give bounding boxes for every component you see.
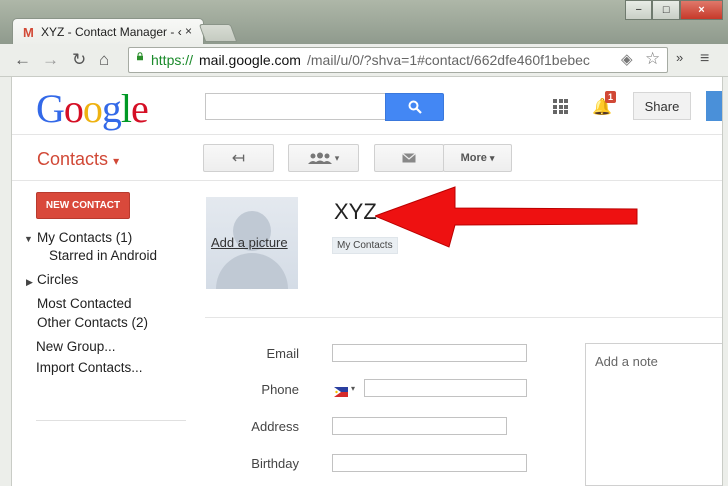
logo-letter: e <box>131 86 149 131</box>
url-path: /mail/u/0/?shva=1#contact/662dfe460f1beb… <box>307 52 590 68</box>
window-border-right <box>722 77 728 486</box>
search-input[interactable] <box>205 93 385 120</box>
tab-title: XYZ - Contact Manager - ‹ <box>41 25 182 39</box>
sidebar-item-starred[interactable]: Starred in Android <box>49 248 157 263</box>
forward-arrow-icon[interactable]: → <box>42 50 59 70</box>
sidebar-item-my-contacts[interactable]: My Contacts (1) <box>37 230 132 245</box>
birthday-field[interactable] <box>332 454 527 472</box>
lock-icon <box>137 52 143 61</box>
notification-badge: 1 <box>605 91 617 103</box>
sidebar-item-circles[interactable]: Circles <box>37 272 78 287</box>
google-logo[interactable]: Google <box>36 85 149 132</box>
search-icon <box>408 100 422 114</box>
apps-grid-icon[interactable] <box>553 99 568 114</box>
url-scheme: https:// <box>151 52 194 68</box>
address-field[interactable] <box>332 417 507 435</box>
window-controls: − □ × <box>625 0 724 20</box>
chevron-down-icon[interactable]: ▾ <box>351 384 355 393</box>
search-button[interactable] <box>385 93 444 121</box>
more-button[interactable]: More ▾ <box>443 144 512 172</box>
philippines-flag-icon[interactable] <box>334 387 348 397</box>
note-placeholder: Add a note <box>595 354 658 369</box>
note-textarea[interactable]: Add a note <box>585 343 728 486</box>
more-label: More <box>460 152 487 164</box>
close-window-button[interactable]: × <box>679 0 724 20</box>
maximize-button[interactable]: □ <box>652 0 680 20</box>
logo-letter: o <box>82 86 103 131</box>
email-field[interactable] <box>332 344 527 362</box>
page-content: Google 🔔 1 Share Contacts ▾ ↤ ▾ More ▾ N… <box>0 77 728 486</box>
address-bar[interactable]: https:// mail.google.com /mail/u/0/?shva… <box>128 47 668 73</box>
add-picture-link[interactable]: Add a picture <box>211 235 288 250</box>
browser-tab[interactable]: M XYZ - Contact Manager - ‹ × <box>12 18 204 46</box>
browser-toolbar: ← → ↻ ⌂ https:// mail.google.com /mail/u… <box>0 44 728 77</box>
sidebar-item-new-group[interactable]: New Group... <box>36 339 116 354</box>
groups-button[interactable]: ▾ <box>288 144 359 172</box>
avatar-placeholder-body <box>216 253 288 289</box>
address-label: Address <box>251 419 299 434</box>
minimize-button[interactable]: − <box>625 0 653 20</box>
annotation-arrow <box>375 186 638 248</box>
logo-letter: G <box>36 86 65 131</box>
chevron-down-icon: ▾ <box>113 154 120 168</box>
logo-letter: l <box>120 86 132 131</box>
sidebar-item-other-contacts[interactable]: Other Contacts (2) <box>37 315 148 330</box>
new-contact-button[interactable]: NEW CONTACT <box>36 192 130 219</box>
new-tab-button[interactable] <box>198 24 238 42</box>
sidebar-item-most-contacted[interactable]: Most Contacted <box>37 296 132 311</box>
chevron-down-icon: ▾ <box>334 152 340 163</box>
contacts-app-menu[interactable]: Contacts ▾ <box>37 149 119 170</box>
back-arrow-icon[interactable]: ← <box>14 50 31 70</box>
logo-letter: o <box>63 86 84 131</box>
logo-letter: g <box>101 86 122 131</box>
email-contact-button[interactable] <box>374 144 444 172</box>
email-label: Email <box>266 346 299 361</box>
reload-icon[interactable]: ↻ <box>72 50 86 70</box>
content-divider <box>205 317 728 318</box>
expand-triangle-icon[interactable]: ▼ <box>24 234 33 244</box>
chevron-down-icon: ▾ <box>489 152 495 163</box>
window-border-left <box>0 77 12 486</box>
gmail-icon: M <box>23 25 34 40</box>
sidebar-item-import[interactable]: Import Contacts... <box>36 360 143 375</box>
sidebar-divider <box>36 420 186 421</box>
overflow-chevron-icon[interactable]: » <box>676 50 683 65</box>
app-title: Contacts <box>37 149 109 169</box>
browser-menu-icon[interactable]: ≡ <box>700 50 709 68</box>
phone-label: Phone <box>261 382 299 397</box>
back-icon: ↤ <box>231 150 246 167</box>
people-icon <box>307 152 332 164</box>
tab-close-icon[interactable]: × <box>185 24 192 38</box>
share-button[interactable]: Share <box>633 92 691 120</box>
extension-icon[interactable]: ◈ <box>621 50 633 68</box>
mail-icon <box>402 153 416 163</box>
birthday-label: Birthday <box>251 456 299 471</box>
bookmark-star-icon[interactable]: ☆ <box>645 49 660 69</box>
header-divider <box>0 134 728 135</box>
back-to-contacts-button[interactable]: ↤ <box>203 144 274 172</box>
home-icon[interactable]: ⌂ <box>99 50 109 70</box>
contact-name[interactable]: XYZ <box>334 199 377 225</box>
phone-field[interactable] <box>364 379 527 397</box>
collapse-triangle-icon[interactable]: ▶ <box>26 277 33 288</box>
url-host: mail.google.com <box>199 52 301 68</box>
